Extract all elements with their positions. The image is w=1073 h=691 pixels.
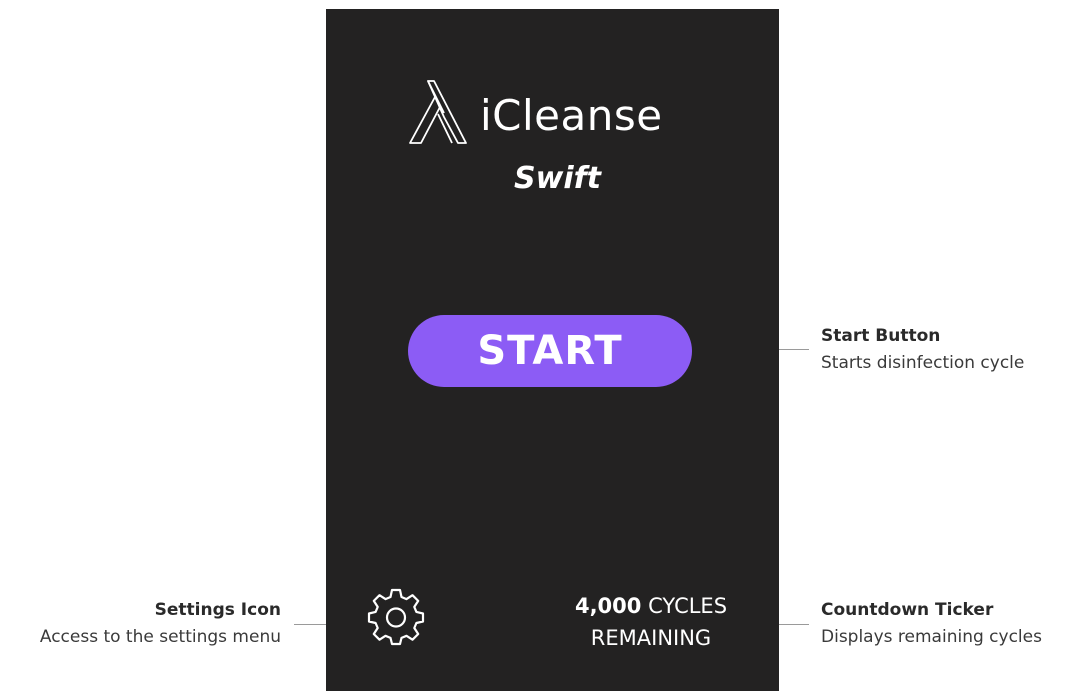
- start-callout: Start Button Starts disinfection cycle: [821, 323, 1024, 377]
- start-callout-line: [779, 349, 809, 350]
- start-button[interactable]: START: [408, 315, 692, 387]
- start-callout-description: Starts disinfection cycle: [821, 353, 1025, 373]
- icleanse-logo-icon: [409, 80, 467, 144]
- cycles-unit: CYCLES: [648, 594, 728, 618]
- annotated-ui-mockup: iCleanse Swift START 4,000 CYCLES REMAIN…: [0, 0, 1073, 691]
- brand-logo: iCleanse Swift: [408, 79, 698, 196]
- gear-icon: [367, 588, 425, 646]
- countdown-callout-title: Countdown Ticker: [821, 600, 994, 620]
- cycles-remaining-label: REMAINING: [590, 626, 712, 650]
- settings-callout-title: Settings Icon: [154, 600, 281, 620]
- device-screen: iCleanse Swift START 4,000 CYCLES REMAIN…: [326, 9, 779, 691]
- brand-name: iCleanse: [480, 91, 663, 140]
- countdown-callout: Countdown Ticker Displays remaining cycl…: [821, 597, 1042, 651]
- settings-callout-line: [294, 624, 326, 625]
- settings-button[interactable]: [364, 585, 428, 649]
- countdown-callout-description: Displays remaining cycles: [821, 627, 1042, 647]
- settings-callout-description: Access to the settings menu: [39, 627, 281, 647]
- brand-model: Swift: [514, 161, 601, 196]
- cycles-count: 4,000: [574, 594, 642, 618]
- countdown-callout-line: [779, 624, 809, 625]
- countdown-ticker: 4,000 CYCLES REMAINING: [536, 590, 766, 654]
- start-callout-title: Start Button: [821, 326, 941, 346]
- settings-callout: Settings Icon Access to the settings men…: [40, 597, 281, 651]
- start-button-label: START: [477, 328, 623, 374]
